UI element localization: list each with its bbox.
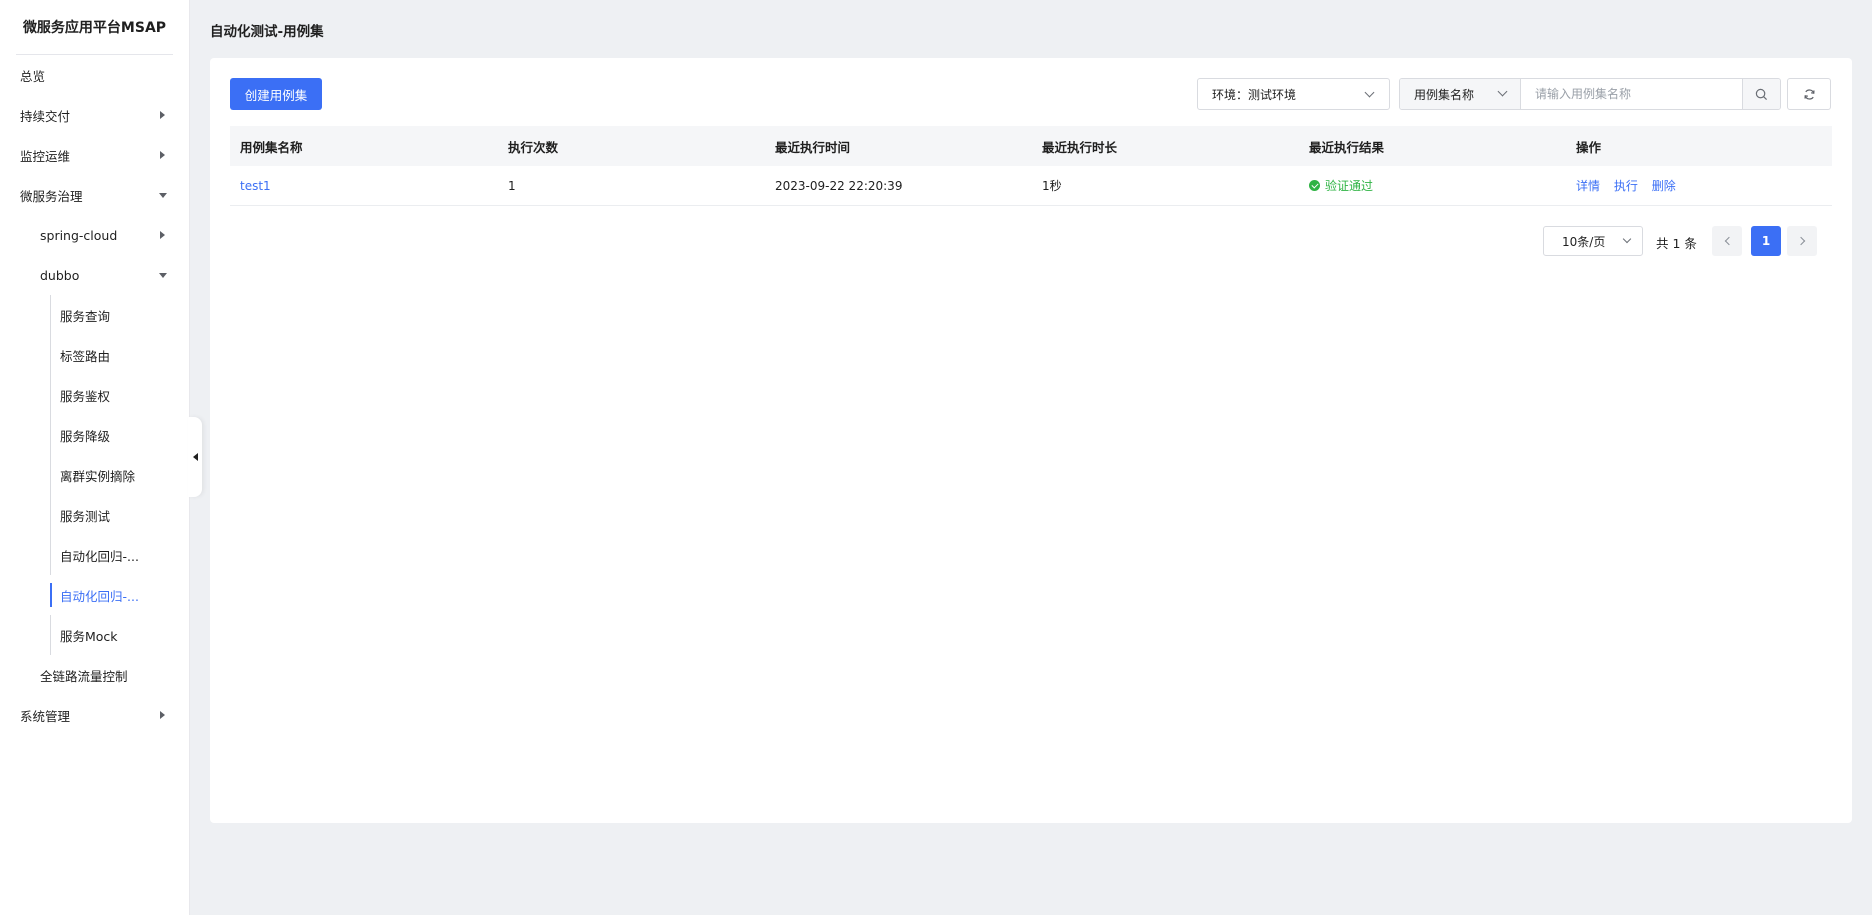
sidebar-item-label: dubbo (40, 267, 80, 283)
sidebar-item-label: 总览 (20, 68, 46, 84)
app-title: 微服务应用平台MSAP (16, 0, 173, 55)
sidebar-item-label: 持续交付 (20, 108, 71, 124)
prev-page-button[interactable] (1712, 226, 1742, 256)
sidebar-item-continuous-delivery[interactable]: 持续交付 (0, 95, 189, 135)
table-header: 用例集名称 执行次数 最近执行时间 最近执行时长 最近执行结果 操作 (230, 126, 1832, 166)
sidebar-item-auto-regression-1[interactable]: 自动化回归-... (0, 535, 189, 575)
chevron-down-icon (1364, 87, 1375, 98)
sidebar-item-outlier-ejection[interactable]: 离群实例摘除 (0, 455, 189, 495)
chevron-left-icon (1724, 236, 1733, 246)
search-group: 用例集名称 (1399, 78, 1781, 110)
row-actions: 详情 执行 删除 (1566, 177, 1832, 194)
table-row: test1 1 2023-09-22 22:20:39 1秒 验证通过 详情 执… (230, 166, 1832, 206)
detail-link[interactable]: 详情 (1576, 179, 1600, 193)
status-badge: 验证通过 (1309, 177, 1566, 194)
search-field-value: 用例集名称 (1414, 87, 1475, 102)
last-exec-time: 2023-09-22 22:20:39 (775, 178, 903, 193)
sidebar-menu: 总览 持续交付 监控运维 微服务治理 spring-cloud dubbo 服务… (0, 55, 189, 735)
column-header: 最近执行时间 (775, 139, 851, 155)
sidebar-item-label: 服务降级 (60, 428, 111, 444)
content-card: 创建用例集 环境：测试环境 用例集名称 用例集名称 执行次数 最近执行 (210, 58, 1852, 823)
sidebar-item-service-query[interactable]: 服务查询 (0, 295, 189, 335)
sidebar-item-label: 自动化回归-... (60, 548, 139, 564)
sidebar-collapse-button[interactable] (188, 417, 202, 497)
sidebar-item-label: 服务测试 (60, 508, 111, 524)
sidebar-item-label: 微服务治理 (20, 188, 83, 204)
sidebar-item-label: 服务鉴权 (60, 388, 111, 404)
refresh-icon (1803, 88, 1815, 100)
column-header: 最近执行结果 (1309, 139, 1385, 155)
caret-right-icon (160, 151, 165, 159)
search-icon (1755, 88, 1768, 100)
sidebar-item-label: 系统管理 (20, 708, 71, 724)
exec-count: 1 (508, 178, 516, 193)
case-set-name-link[interactable]: test1 (240, 179, 271, 193)
check-circle-icon (1309, 180, 1320, 191)
sidebar-item-service-degrade[interactable]: 服务降级 (0, 415, 189, 455)
caret-down-icon (159, 273, 167, 278)
column-header: 执行次数 (508, 139, 559, 155)
search-input[interactable] (1521, 79, 1742, 109)
status-text: 验证通过 (1325, 179, 1374, 193)
sidebar-item-system-management[interactable]: 系统管理 (0, 695, 189, 735)
sidebar-item-label: 服务查询 (60, 308, 111, 324)
caret-right-icon (160, 111, 165, 119)
create-case-set-button[interactable]: 创建用例集 (230, 78, 322, 110)
page-size-select[interactable]: 10条/页 (1543, 226, 1643, 256)
sidebar-item-label: 全链路流量控制 (40, 668, 128, 684)
sidebar-item-dubbo[interactable]: dubbo (0, 255, 189, 295)
case-set-table: 用例集名称 执行次数 最近执行时间 最近执行时长 最近执行结果 操作 test1… (230, 126, 1832, 206)
caret-right-icon (160, 711, 165, 719)
sidebar-item-label: spring-cloud (40, 227, 118, 243)
search-button[interactable] (1742, 79, 1780, 109)
column-header: 最近执行时长 (1042, 139, 1118, 155)
sidebar-item-label: 离群实例摘除 (60, 468, 136, 484)
column-header: 操作 (1576, 139, 1602, 155)
sidebar-item-service-test[interactable]: 服务测试 (0, 495, 189, 535)
chevron-down-icon (1622, 234, 1632, 244)
caret-left-icon (192, 453, 198, 461)
execute-link[interactable]: 执行 (1614, 179, 1638, 193)
sidebar-item-service-auth[interactable]: 服务鉴权 (0, 375, 189, 415)
refresh-button[interactable] (1787, 78, 1831, 110)
sidebar: 微服务应用平台MSAP 总览 持续交付 监控运维 微服务治理 spring-cl… (0, 0, 190, 915)
pagination-total: 共 1 条 (1656, 236, 1697, 251)
page-title: 自动化测试-用例集 (210, 24, 324, 40)
sidebar-item-label: 监控运维 (20, 148, 71, 164)
caret-down-icon (159, 193, 167, 198)
sidebar-item-monitoring[interactable]: 监控运维 (0, 135, 189, 175)
sidebar-item-label: 服务Mock (60, 628, 118, 644)
sidebar-item-label: 自动化回归-... (60, 588, 139, 604)
env-select-value: 环境：测试环境 (1212, 87, 1297, 102)
page-size-value: 10条/页 (1562, 234, 1606, 249)
env-select[interactable]: 环境：测试环境 (1197, 78, 1390, 110)
sidebar-item-label: 标签路由 (60, 348, 111, 364)
search-field-select[interactable]: 用例集名称 (1400, 79, 1521, 109)
column-header: 用例集名称 (240, 139, 303, 155)
page-number-button[interactable]: 1 (1751, 226, 1781, 256)
sidebar-item-auto-regression-2[interactable]: 自动化回归-... (0, 575, 189, 615)
sidebar-item-spring-cloud[interactable]: spring-cloud (0, 215, 189, 255)
sidebar-item-tag-routing[interactable]: 标签路由 (0, 335, 189, 375)
next-page-button[interactable] (1787, 226, 1817, 256)
last-exec-duration: 1秒 (1042, 179, 1062, 193)
sidebar-item-microservice-governance[interactable]: 微服务治理 (0, 175, 189, 215)
sidebar-item-service-mock[interactable]: 服务Mock (0, 615, 189, 655)
chevron-down-icon (1497, 86, 1508, 97)
chevron-right-icon (1796, 236, 1805, 246)
delete-link[interactable]: 删除 (1652, 179, 1676, 193)
sidebar-item-full-link-traffic[interactable]: 全链路流量控制 (0, 655, 189, 695)
caret-right-icon (160, 231, 165, 239)
sidebar-item-overview[interactable]: 总览 (0, 55, 189, 95)
